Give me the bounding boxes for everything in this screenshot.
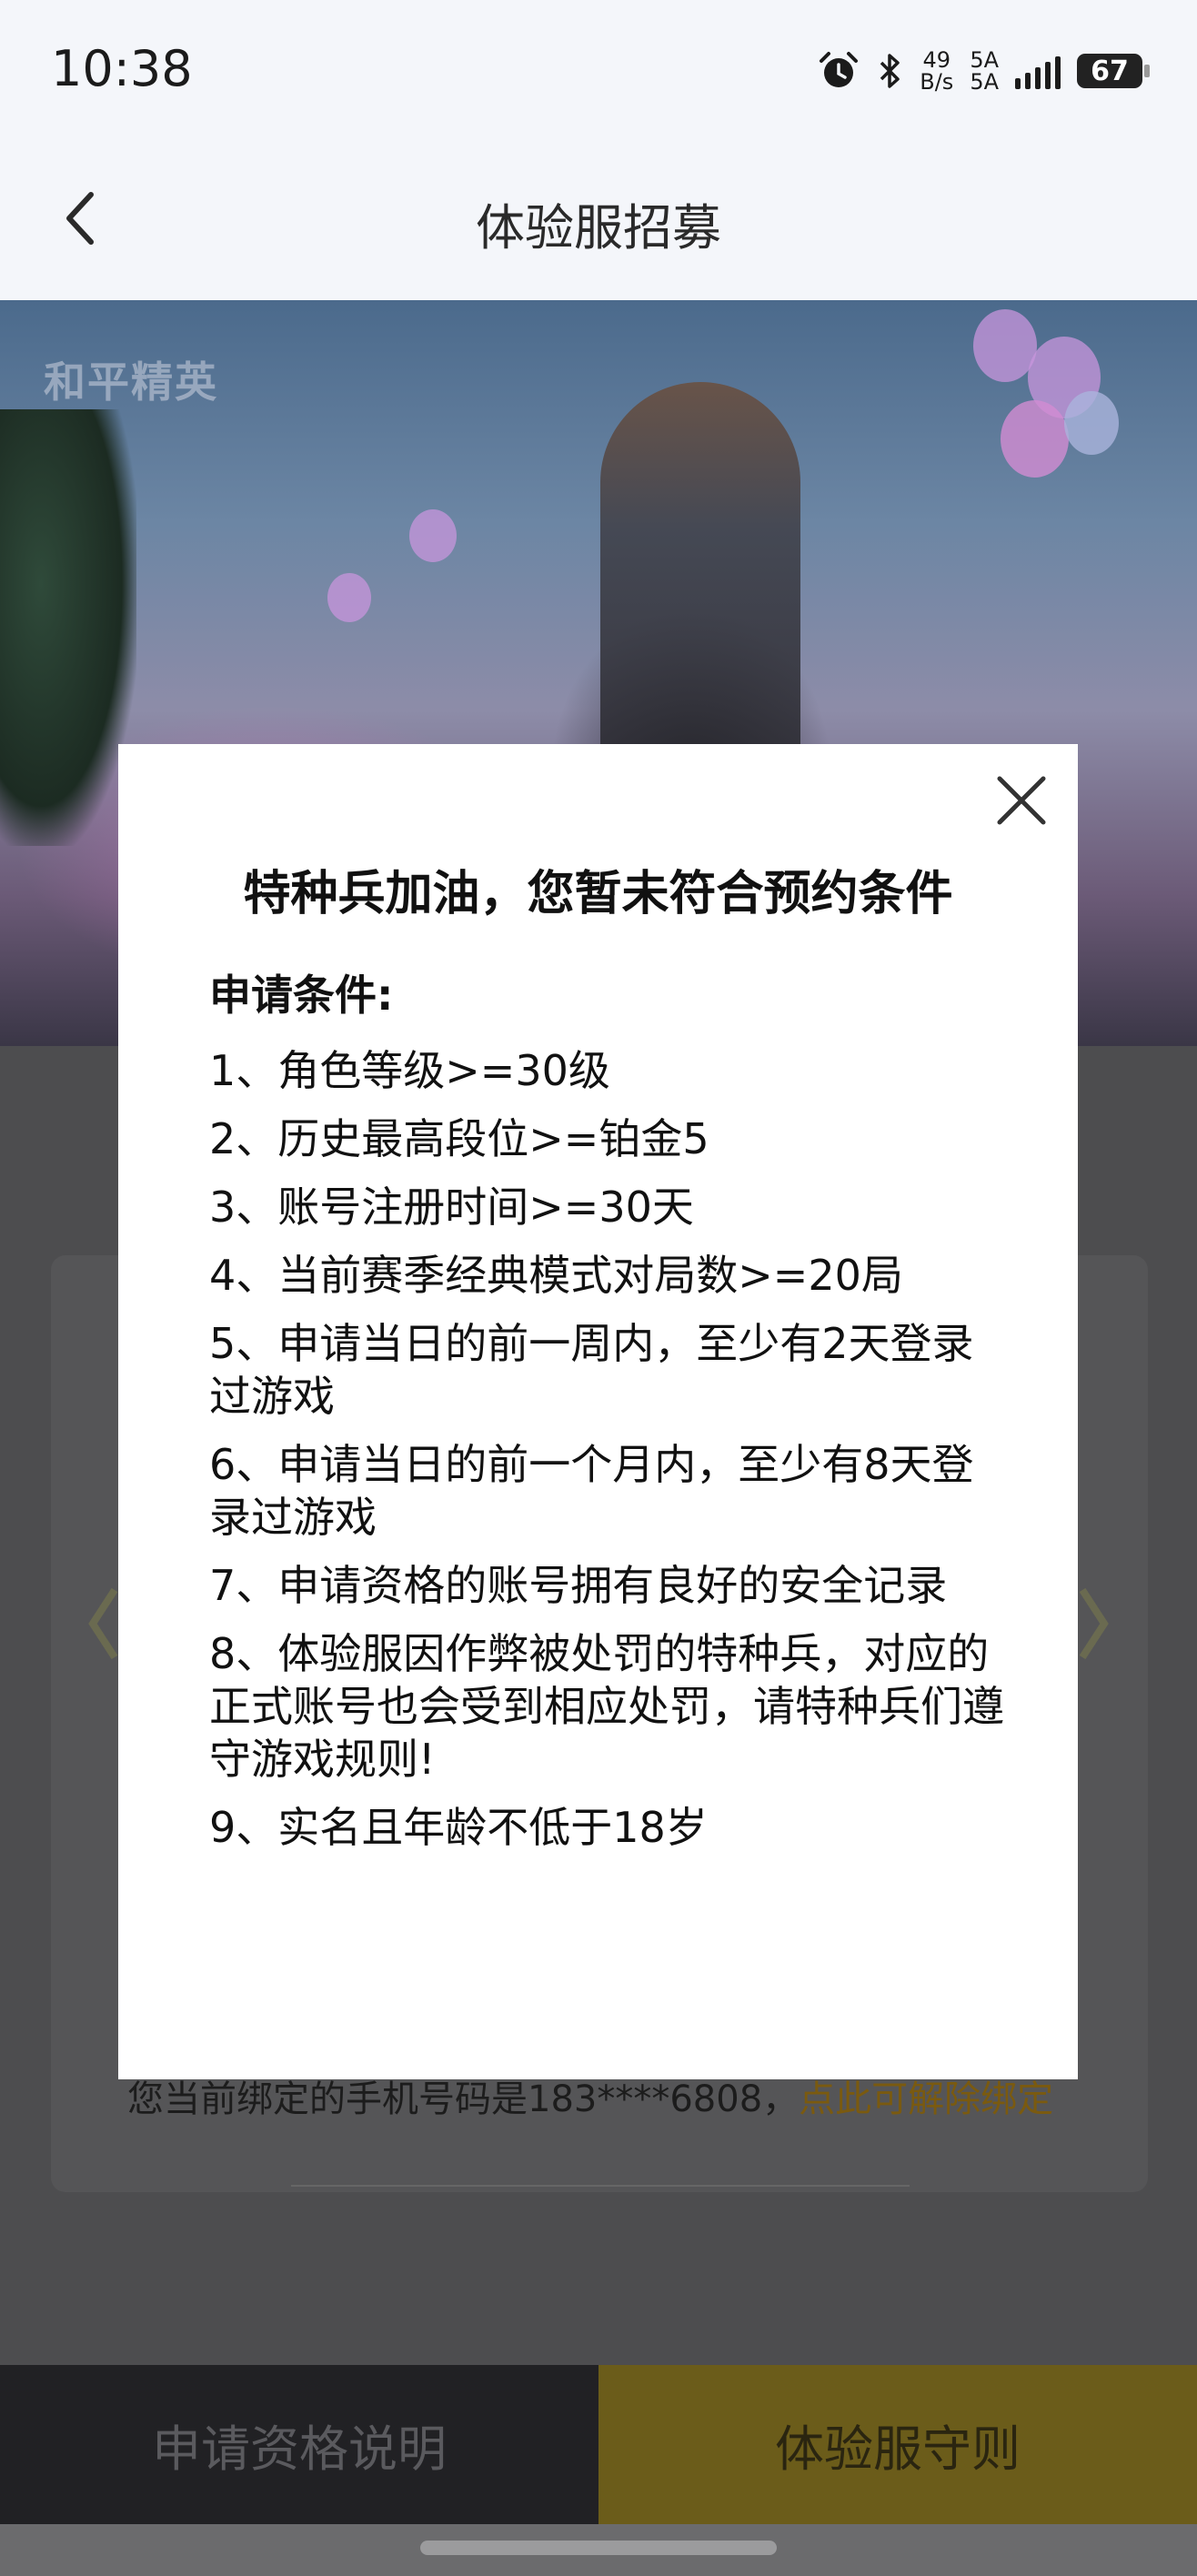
divider bbox=[291, 2185, 910, 2187]
net-speed-value: 49 bbox=[922, 47, 951, 73]
condition-item: 8、体验服因作弊被处罚的特种兵，对应的正式账号也会受到相应处罚，请特种兵们遵守游… bbox=[209, 1629, 1004, 1784]
app-header: 体验服招募 bbox=[0, 136, 1197, 300]
condition-item: 3、账号注册时间>=30天 bbox=[209, 1182, 694, 1232]
game-logo: 和平精英 bbox=[44, 357, 218, 407]
bottom-bar: 申请资格说明 体验服守则 bbox=[0, 2365, 1197, 2524]
battery-level: 67 bbox=[1091, 55, 1129, 87]
conditions-list: 1、角色等级>=30级 2、历史最高段位>=铂金5 3、账号注册时间>=30天 … bbox=[209, 1044, 1010, 1869]
unbind-link[interactable]: 点此可解除绑定 bbox=[799, 2078, 1053, 2120]
bluetooth-icon bbox=[880, 54, 900, 88]
condition-item: 1、角色等级>=30级 bbox=[209, 1046, 610, 1095]
test-server-rules-button[interactable]: 体验服守则 bbox=[598, 2365, 1197, 2524]
condition-item: 9、实名且年龄不低于18岁 bbox=[209, 1803, 708, 1852]
balloon-image bbox=[327, 573, 371, 622]
network-type: 5A 5A bbox=[970, 49, 999, 93]
network-label-bottom: 5A bbox=[970, 69, 999, 95]
dialog-title: 特种兵加油，您暂未符合预约条件 bbox=[243, 867, 953, 921]
net-speed: 49 B/s bbox=[920, 49, 953, 93]
balloon-image bbox=[409, 509, 457, 562]
status-bar: 10:38 49 B/s 5A 5A 67 bbox=[0, 0, 1197, 136]
phone-text: 您当前绑定的手机号码是183****6808， bbox=[127, 2078, 800, 2120]
condition-item: 4、当前赛季经典模式对局数>=20局 bbox=[209, 1251, 903, 1300]
network-label-top: 5A bbox=[970, 47, 999, 73]
conditions-heading: 申请条件: bbox=[209, 971, 394, 1020]
signal-icon bbox=[1015, 53, 1061, 89]
home-indicator[interactable] bbox=[420, 2541, 777, 2555]
page-title: 体验服招募 bbox=[476, 199, 721, 257]
condition-item: 7、申请资格的账号拥有良好的安全记录 bbox=[209, 1561, 948, 1610]
battery-icon: 67 bbox=[1077, 54, 1150, 88]
balloon-image bbox=[1001, 400, 1069, 478]
system-nav-bar bbox=[0, 2524, 1197, 2576]
alarm-icon bbox=[820, 52, 859, 87]
ineligible-dialog: 特种兵加油，您暂未符合预约条件 申请条件: 1、角色等级>=30级 2、历史最高… bbox=[118, 744, 1078, 2079]
chevron-left-icon[interactable] bbox=[86, 1583, 122, 1665]
close-icon[interactable] bbox=[992, 771, 1051, 830]
status-time: 10:38 bbox=[51, 40, 193, 97]
status-icons: 49 B/s 5A 5A 67 bbox=[818, 44, 1150, 98]
balloon-image bbox=[1064, 391, 1119, 455]
condition-item: 6、申请当日的前一个月内，至少有8天登录过游戏 bbox=[209, 1440, 974, 1542]
chevron-right-icon[interactable] bbox=[1075, 1583, 1112, 1665]
condition-item: 5、申请当日的前一周内，至少有2天登录过游戏 bbox=[209, 1319, 974, 1421]
net-speed-unit: B/s bbox=[920, 69, 954, 95]
tree-image bbox=[0, 409, 136, 846]
condition-item: 2、历史最高段位>=铂金5 bbox=[209, 1114, 709, 1163]
eligibility-info-button[interactable]: 申请资格说明 bbox=[0, 2365, 598, 2524]
